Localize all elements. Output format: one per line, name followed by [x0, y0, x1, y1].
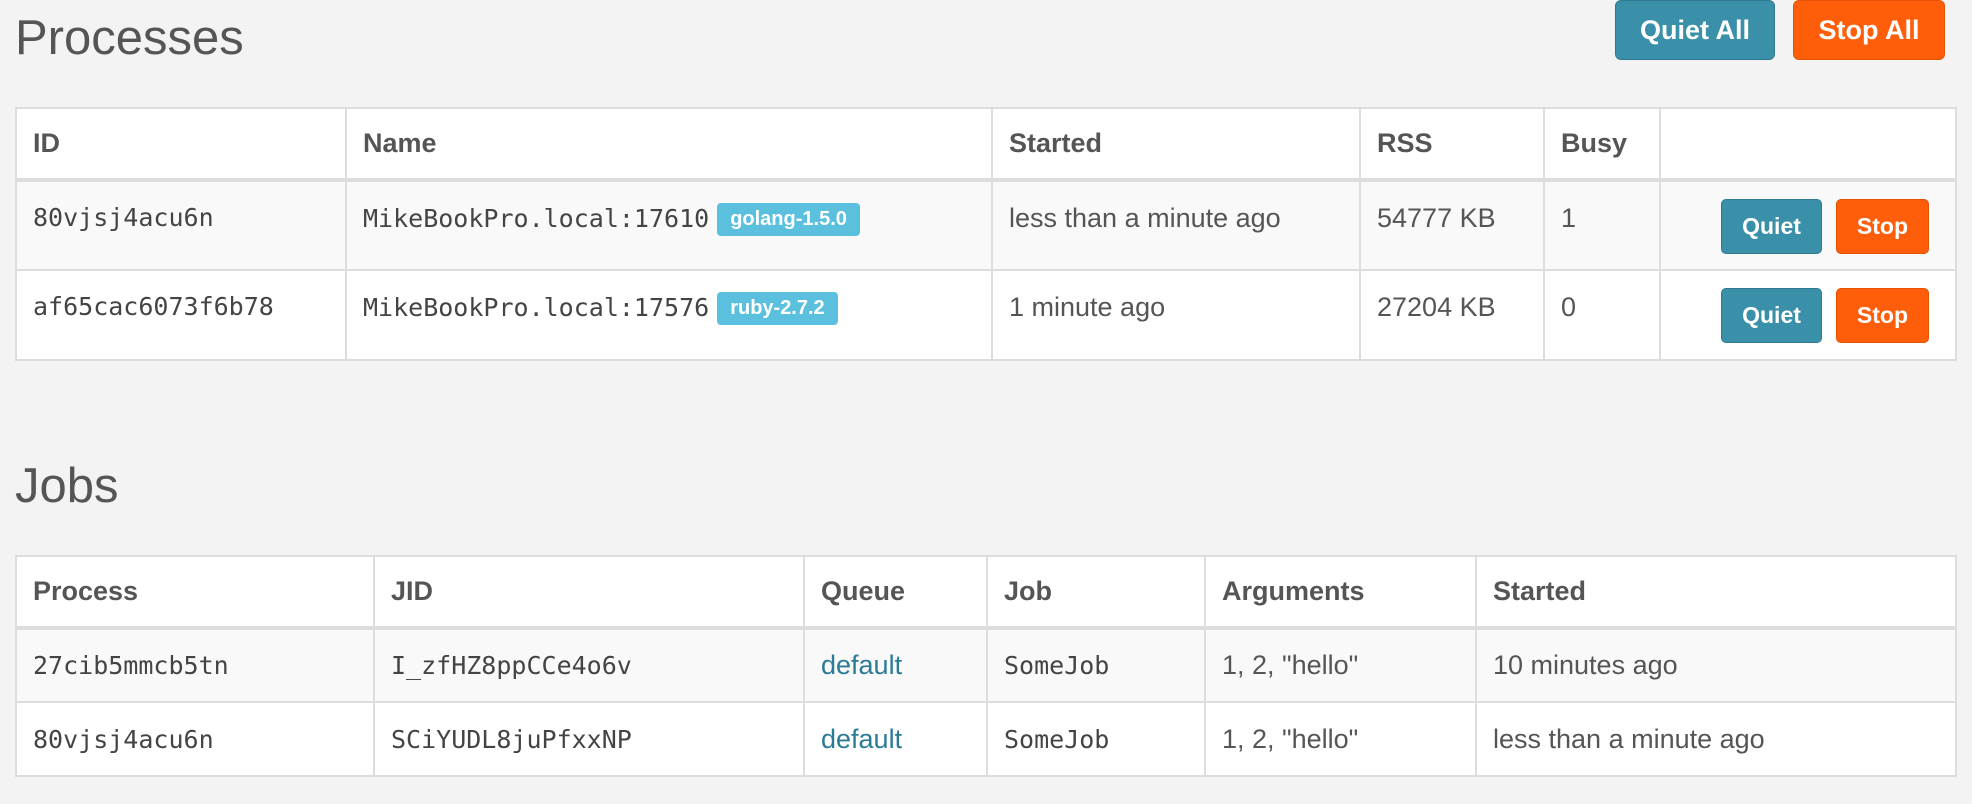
processes-table: ID Name Started RSS Busy 80vjsj4acu6n Mi… — [15, 107, 1957, 361]
column-header-actions — [1659, 107, 1957, 182]
jobs-heading: Jobs — [15, 459, 119, 513]
column-header-started: Started — [991, 107, 1361, 182]
process-name-cell: MikeBookPro.local:17610 golang-1.5.0 — [345, 179, 993, 271]
process-id: af65cac6073f6b78 — [15, 269, 347, 361]
column-header-name: Name — [345, 107, 993, 182]
quiet-button[interactable]: Quiet — [1721, 199, 1822, 254]
process-tag-badge: ruby-2.7.2 — [717, 292, 838, 325]
process-tag-badge: golang-1.5.0 — [717, 203, 860, 236]
column-header-started: Started — [1475, 555, 1957, 630]
job-row: 80vjsj4acu6n SCiYUDL8juPfxxNP default So… — [15, 701, 1957, 777]
queue-link[interactable]: default — [821, 650, 902, 680]
process-busy: 0 — [1543, 269, 1661, 361]
processes-heading: Processes — [15, 11, 244, 65]
column-header-busy: Busy — [1543, 107, 1661, 182]
job-arguments: 1, 2, "hello" — [1204, 627, 1477, 703]
column-header-job: Job — [986, 555, 1206, 630]
quiet-all-button[interactable]: Quiet All — [1615, 0, 1775, 60]
process-busy: 1 — [1543, 179, 1661, 271]
process-name: MikeBookPro.local:17610 — [363, 204, 710, 233]
stop-button[interactable]: Stop — [1835, 288, 1929, 343]
process-row: 80vjsj4acu6n MikeBookPro.local:17610 gola… — [15, 179, 1957, 271]
job-process: 27cib5mmcb5tn — [15, 627, 375, 703]
job-queue-cell: default — [803, 701, 988, 777]
job-class: SomeJob — [986, 701, 1206, 777]
quiet-button[interactable]: Quiet — [1721, 288, 1822, 343]
column-header-jid: JID — [373, 555, 805, 630]
column-header-arguments: Arguments — [1204, 555, 1477, 630]
stop-button[interactable]: Stop — [1835, 199, 1929, 254]
column-header-queue: Queue — [803, 555, 988, 630]
column-header-process: Process — [15, 555, 375, 630]
process-row: af65cac6073f6b78 MikeBookPro.local:17576… — [15, 269, 1957, 361]
column-header-rss: RSS — [1359, 107, 1545, 182]
process-rss: 54777 KB — [1359, 179, 1545, 271]
job-started: less than a minute ago — [1475, 701, 1957, 777]
processes-header-row: ID Name Started RSS Busy — [15, 107, 1957, 182]
job-jid: SCiYUDL8juPfxxNP — [373, 701, 805, 777]
process-actions: Quiet Stop — [1659, 179, 1957, 271]
job-arguments: 1, 2, "hello" — [1204, 701, 1477, 777]
job-class: SomeJob — [986, 627, 1206, 703]
sidekiq-busy-page: Processes Quiet All Stop All ID Name Sta… — [0, 0, 1972, 804]
jobs-table: Process JID Queue Job Arguments Started … — [15, 555, 1957, 777]
job-queue-cell: default — [803, 627, 988, 703]
process-name: MikeBookPro.local:17576 — [363, 293, 710, 322]
column-header-id: ID — [15, 107, 347, 182]
stop-all-button[interactable]: Stop All — [1793, 0, 1945, 60]
process-started: less than a minute ago — [991, 179, 1361, 271]
process-name-cell: MikeBookPro.local:17576 ruby-2.7.2 — [345, 269, 993, 361]
job-jid: I_zfHZ8ppCCe4o6v — [373, 627, 805, 703]
job-row: 27cib5mmcb5tn I_zfHZ8ppCCe4o6v default S… — [15, 627, 1957, 703]
job-started: 10 minutes ago — [1475, 627, 1957, 703]
job-process: 80vjsj4acu6n — [15, 701, 375, 777]
queue-link[interactable]: default — [821, 724, 902, 754]
process-rss: 27204 KB — [1359, 269, 1545, 361]
jobs-header-row: Process JID Queue Job Arguments Started — [15, 555, 1957, 630]
process-actions: Quiet Stop — [1659, 269, 1957, 361]
process-id: 80vjsj4acu6n — [15, 179, 347, 271]
process-started: 1 minute ago — [991, 269, 1361, 361]
